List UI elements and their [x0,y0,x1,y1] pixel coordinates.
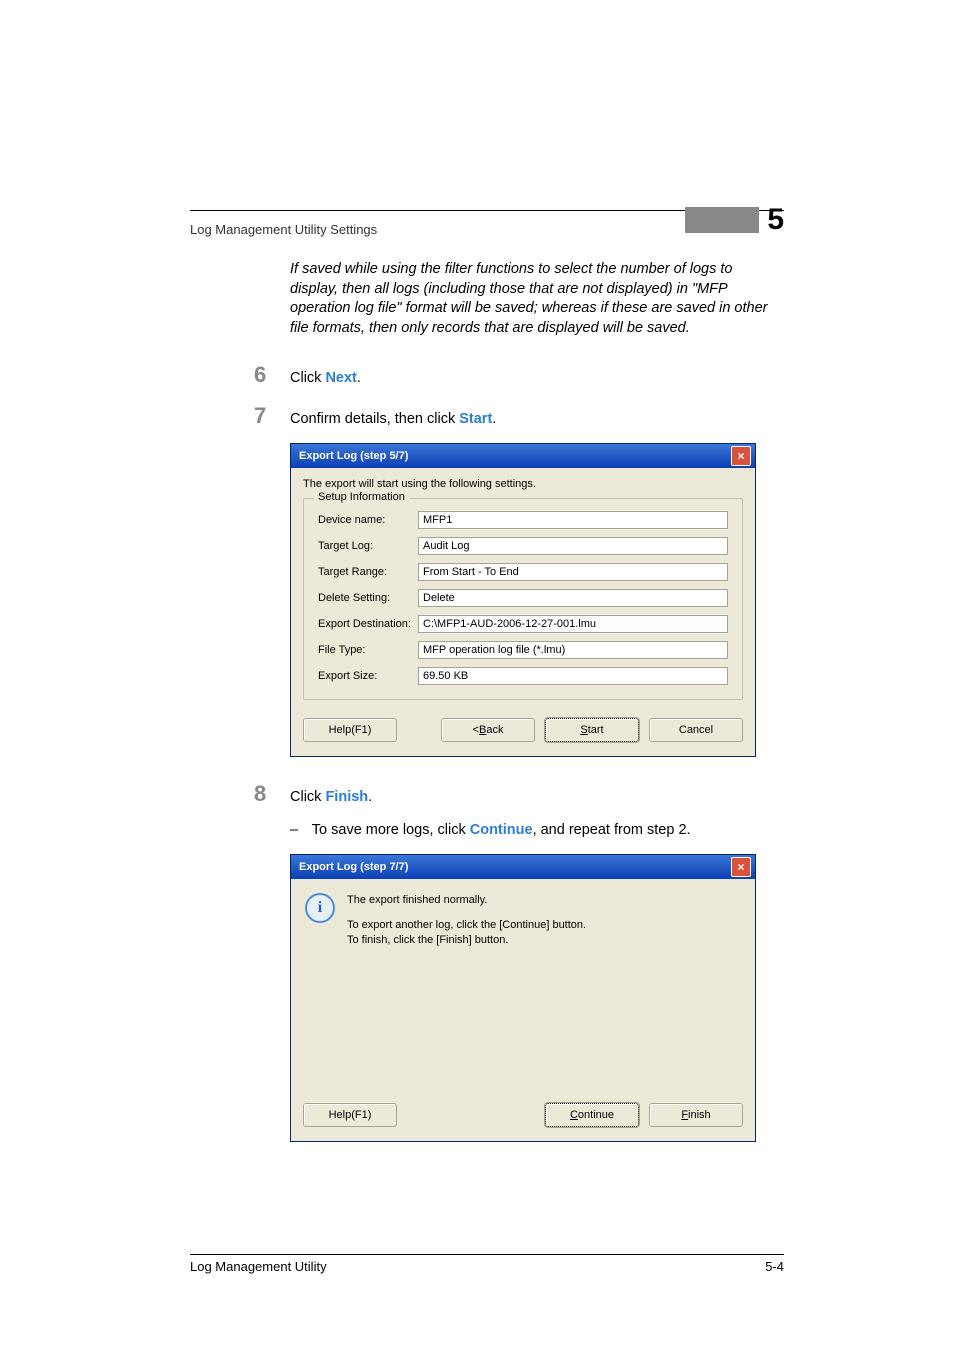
field-label: Target Log: [318,540,418,552]
step-text: Click Next. [290,369,361,389]
keyword-start: Start [459,411,492,427]
dialog-title: Export Log (step 5/7) [299,450,408,462]
field-export-size: Export Size: 69.50 KB [318,667,728,685]
chapter-number: 5 [767,203,784,237]
field-value: 69.50 KB [418,667,728,685]
field-target-log: Target Log: Audit Log [318,537,728,555]
dialog-body: The export will start using the followin… [291,468,755,756]
dialog-titlebar[interactable]: Export Log (step 5/7) × [291,444,755,468]
step-text-pre: Click [290,370,325,386]
dialog-titlebar[interactable]: Export Log (step 7/7) × [291,855,755,879]
chapter-bar [685,207,759,233]
start-button[interactable]: Start [545,718,639,742]
export-log-dialog-7: Export Log (step 7/7) × i The export fin… [290,854,756,1142]
finish-button[interactable]: Finish [649,1103,743,1127]
step-7: 7 Confirm details, then click Start. [254,403,784,430]
note-paragraph: If saved while using the filter function… [290,260,784,338]
dialog-body: i The export finished normally. To expor… [291,879,755,1103]
field-value: MFP operation log file (*.lmu) [418,641,728,659]
field-file-type: File Type: MFP operation log file (*.lmu… [318,641,728,659]
substep-pre: To save more logs, click [312,822,470,838]
step-text: Click Finish. [290,788,372,808]
field-export-destination: Export Destination: C:\MFP1-AUD-2006-12-… [318,615,728,633]
cancel-button[interactable]: Cancel [649,718,743,742]
page: Log Management Utility Settings 5 If sav… [0,0,954,1350]
field-value: From Start - To End [418,563,728,581]
field-value: C:\MFP1-AUD-2006-12-27-001.lmu [418,615,728,633]
close-icon[interactable]: × [731,446,751,466]
footer-left: Log Management Utility [190,1259,327,1274]
continue-button[interactable]: Continue [545,1103,639,1127]
close-icon[interactable]: × [731,857,751,877]
step-8: 8 Click Finish. [254,781,784,808]
step-text-post: . [492,411,496,427]
dialog-title: Export Log (step 7/7) [299,861,408,873]
dialog-message: The export finished normally. To export … [347,893,586,948]
running-header: Log Management Utility Settings 5 [190,210,784,237]
page-footer: Log Management Utility 5-4 [190,1254,784,1274]
step-text: Confirm details, then click Start. [290,410,496,430]
dialog-line-2: To export another log, click the [Contin… [347,918,586,933]
field-device-name: Device name: MFP1 [318,511,728,529]
footer-right: 5-4 [765,1259,784,1274]
dialog-intro: The export will start using the followin… [303,478,743,490]
field-label: Device name: [318,514,418,526]
dialog-button-row: Help(F1) Continue Finish [303,1103,743,1127]
field-label: File Type: [318,644,418,656]
field-target-range: Target Range: From Start - To End [318,563,728,581]
running-header-title: Log Management Utility Settings [190,216,377,237]
step-text-pre: Confirm details, then click [290,411,459,427]
group-legend: Setup Information [314,491,409,503]
step-number: 8 [254,781,290,807]
help-button[interactable]: Help(F1) [303,1103,397,1127]
keyword-finish: Finish [325,789,368,805]
keyword-continue: Continue [470,822,533,838]
dialog-button-row: Help(F1) < Back Start Cancel [303,718,743,742]
substep-post: , and repeat from step 2. [533,822,691,838]
step-6: 6 Click Next. [254,362,784,389]
field-label: Delete Setting: [318,592,418,604]
step-number: 7 [254,403,290,429]
dialog-line-3: To finish, click the [Finish] button. [347,933,586,948]
dialog-line-1: The export finished normally. [347,893,586,908]
field-label: Export Destination: [318,618,418,630]
field-delete-setting: Delete Setting: Delete [318,589,728,607]
setup-information-group: Setup Information Device name: MFP1 Targ… [303,498,743,700]
info-icon: i [305,893,335,923]
field-value: MFP1 [418,511,728,529]
field-value: Delete [418,589,728,607]
step-text-pre: Click [290,789,325,805]
dash: – [290,822,308,838]
dialog-footer: Help(F1) Continue Finish [291,1103,755,1141]
export-log-dialog-5: Export Log (step 5/7) × The export will … [290,443,756,757]
field-label: Export Size: [318,670,418,682]
step-number: 6 [254,362,290,388]
chapter-badge: 5 [685,203,784,237]
help-button[interactable]: Help(F1) [303,718,397,742]
step-text-post: . [368,789,372,805]
keyword-next: Next [325,370,356,386]
content-area: If saved while using the filter function… [190,260,784,1142]
field-label: Target Range: [318,566,418,578]
field-value: Audit Log [418,537,728,555]
back-button[interactable]: < Back [441,718,535,742]
step-8-substep: – To save more logs, click Continue, and… [290,822,784,838]
step-text-post: . [357,370,361,386]
